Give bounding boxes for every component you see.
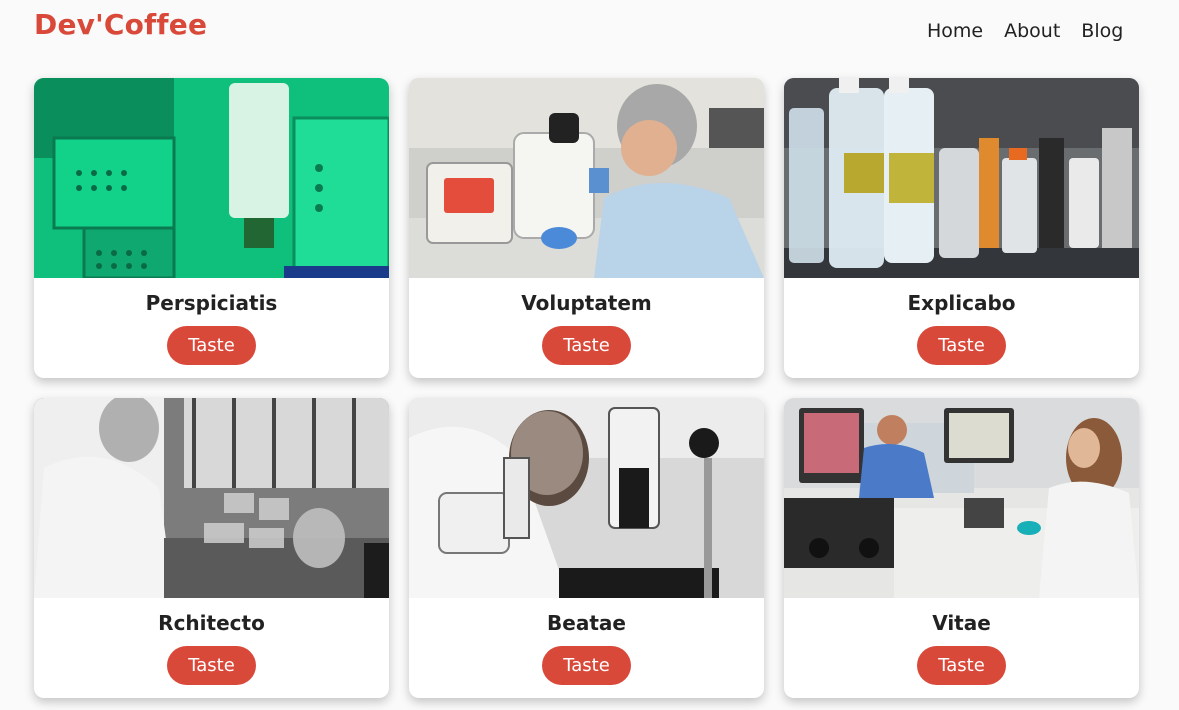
product-grid: Perspiciatis Taste Voluptatem Taste Expl… [34, 78, 1139, 698]
card-image [784, 398, 1139, 598]
site-logo[interactable]: Dev'Coffee [34, 8, 207, 41]
product-card: Vitae Taste [784, 398, 1139, 698]
nav-link-about[interactable]: About [1004, 20, 1060, 42]
taste-button[interactable]: Taste [917, 326, 1006, 365]
nav-link-blog[interactable]: Blog [1081, 20, 1123, 42]
card-title: Rchitecto [158, 611, 265, 635]
main-nav: Home About Blog [927, 20, 1123, 42]
card-image [409, 78, 764, 278]
taste-button[interactable]: Taste [917, 646, 1006, 685]
card-title: Voluptatem [521, 291, 652, 315]
nav-link-home[interactable]: Home [927, 20, 983, 42]
card-title: Beatae [547, 611, 626, 635]
product-card: Rchitecto Taste [34, 398, 389, 698]
taste-button[interactable]: Taste [542, 646, 631, 685]
product-card: Voluptatem Taste [409, 78, 764, 378]
card-image [34, 78, 389, 278]
card-title: Perspiciatis [145, 291, 278, 315]
product-card: Perspiciatis Taste [34, 78, 389, 378]
card-image [784, 78, 1139, 278]
card-image [34, 398, 389, 598]
card-image [409, 398, 764, 598]
card-title: Explicabo [907, 291, 1016, 315]
site-header: Dev'Coffee Home About Blog [0, 0, 1179, 78]
card-title: Vitae [932, 611, 991, 635]
taste-button[interactable]: Taste [167, 326, 256, 365]
product-card: Beatae Taste [409, 398, 764, 698]
product-card: Explicabo Taste [784, 78, 1139, 378]
taste-button[interactable]: Taste [167, 646, 256, 685]
taste-button[interactable]: Taste [542, 326, 631, 365]
